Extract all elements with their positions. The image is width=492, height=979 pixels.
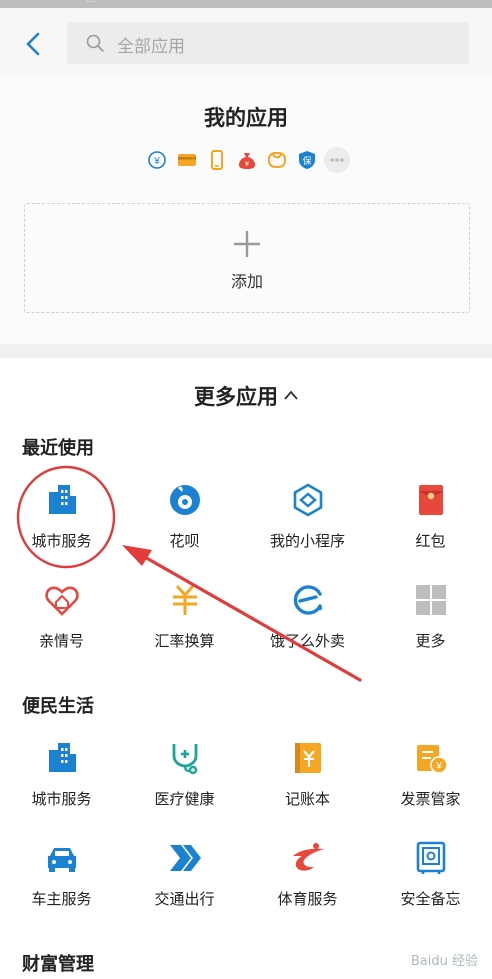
money-bag-icon: ¥ [234,147,260,173]
app-label: 城市服务 [31,790,92,808]
app-city-service[interactable]: 城市服务 [0,482,123,582]
coupon-icon [264,147,290,173]
card-icon [174,147,200,173]
app-label: 安全备忘 [400,890,461,908]
app-label: 医疗健康 [154,790,215,808]
ledger-icon [290,740,326,776]
my-apps-panel: 我的应用 ¥ ¥ 保 添加 [0,76,492,344]
app-label: 花呗 [169,532,200,550]
medical-icon [167,740,203,776]
yen-glyph: ¥ [435,761,442,772]
yen-glyph: ¥ [153,156,160,167]
add-label: 添加 [230,272,263,291]
city-building-icon [44,482,80,518]
sports-icon [290,840,326,876]
app-huabei[interactable]: 花呗 [123,482,246,582]
app-label: 体育服务 [277,890,338,908]
app-city-service-2[interactable]: 城市服务 [0,740,123,840]
app-family-number[interactable]: 亲情号 [0,582,123,682]
app-label: 我的小程序 [269,532,345,550]
app-label: 记账本 [284,790,330,808]
plus-icon [234,231,260,257]
red-envelope-icon [413,482,449,518]
invoice-icon: ¥ [413,740,449,776]
add-app-button[interactable]: 添加 [24,203,470,313]
yen-glyph: ¥ [245,161,249,168]
phone-icon [204,147,230,173]
exchange-rate-icon [167,582,203,618]
exchange-icon: ¥ [144,147,170,173]
insurance-icon: 保 [294,147,320,173]
more-apps-title-text: 更多应用 [194,385,278,409]
app-label: 亲情号 [38,632,84,650]
app-label: 红包 [415,532,446,550]
app-transport[interactable]: 交通出行 [123,840,246,940]
top-bar: 全部应用 [0,8,492,76]
app-safe-memo[interactable]: 安全备忘 [369,840,492,940]
mini-program-icon [290,482,326,518]
app-red-envelope[interactable]: 红包 [369,482,492,582]
app-mini-program[interactable]: 我的小程序 [246,482,369,582]
safe-icon [413,840,449,876]
section-wealth-title: 财富管理 [22,954,94,975]
more-grid-icon [413,582,449,618]
more-apps-title[interactable]: 更多应用 [0,381,492,411]
my-apps-mini-icons[interactable]: ¥ ¥ 保 [144,147,350,173]
family-heart-icon [44,582,80,618]
status-bar: … [0,0,492,8]
app-label: 发票管家 [400,790,461,808]
app-eleme[interactable]: 饿了么外卖 [246,582,369,682]
app-car-owner[interactable]: 车主服务 [0,840,123,940]
app-label: 交通出行 [154,890,215,908]
app-label: 饿了么外卖 [269,632,345,650]
app-label: 车主服务 [31,890,92,908]
search-placeholder: 全部应用 [117,37,185,57]
divider [0,344,492,358]
section-recent-title: 最近使用 [22,438,94,459]
app-label: 城市服务 [31,532,92,550]
car-icon [44,840,80,876]
app-medical[interactable]: 医疗健康 [123,740,246,840]
app-sports[interactable]: 体育服务 [246,840,369,940]
search-input[interactable]: 全部应用 [67,22,469,64]
watermark: Baidu 经验 [410,954,478,969]
app-ledger[interactable]: 记账本 [246,740,369,840]
chevron-up-icon [284,390,298,400]
transport-icon [167,840,203,876]
app-invoice[interactable]: ¥ 发票管家 [369,740,492,840]
app-label: 汇率换算 [154,632,215,650]
eleme-icon [290,582,326,618]
city-building-icon [44,740,80,776]
app-label: 更多 [415,632,446,650]
back-arrow-icon[interactable] [20,30,48,58]
search-icon [86,34,104,52]
huabei-icon [167,482,203,518]
section-life-title: 便民生活 [22,696,94,717]
more-dots-icon [324,147,350,173]
app-exchange-rate[interactable]: 汇率换算 [123,582,246,682]
app-more[interactable]: 更多 [369,582,492,682]
my-apps-title: 我的应用 [204,106,288,130]
insurance-glyph: 保 [302,155,311,167]
